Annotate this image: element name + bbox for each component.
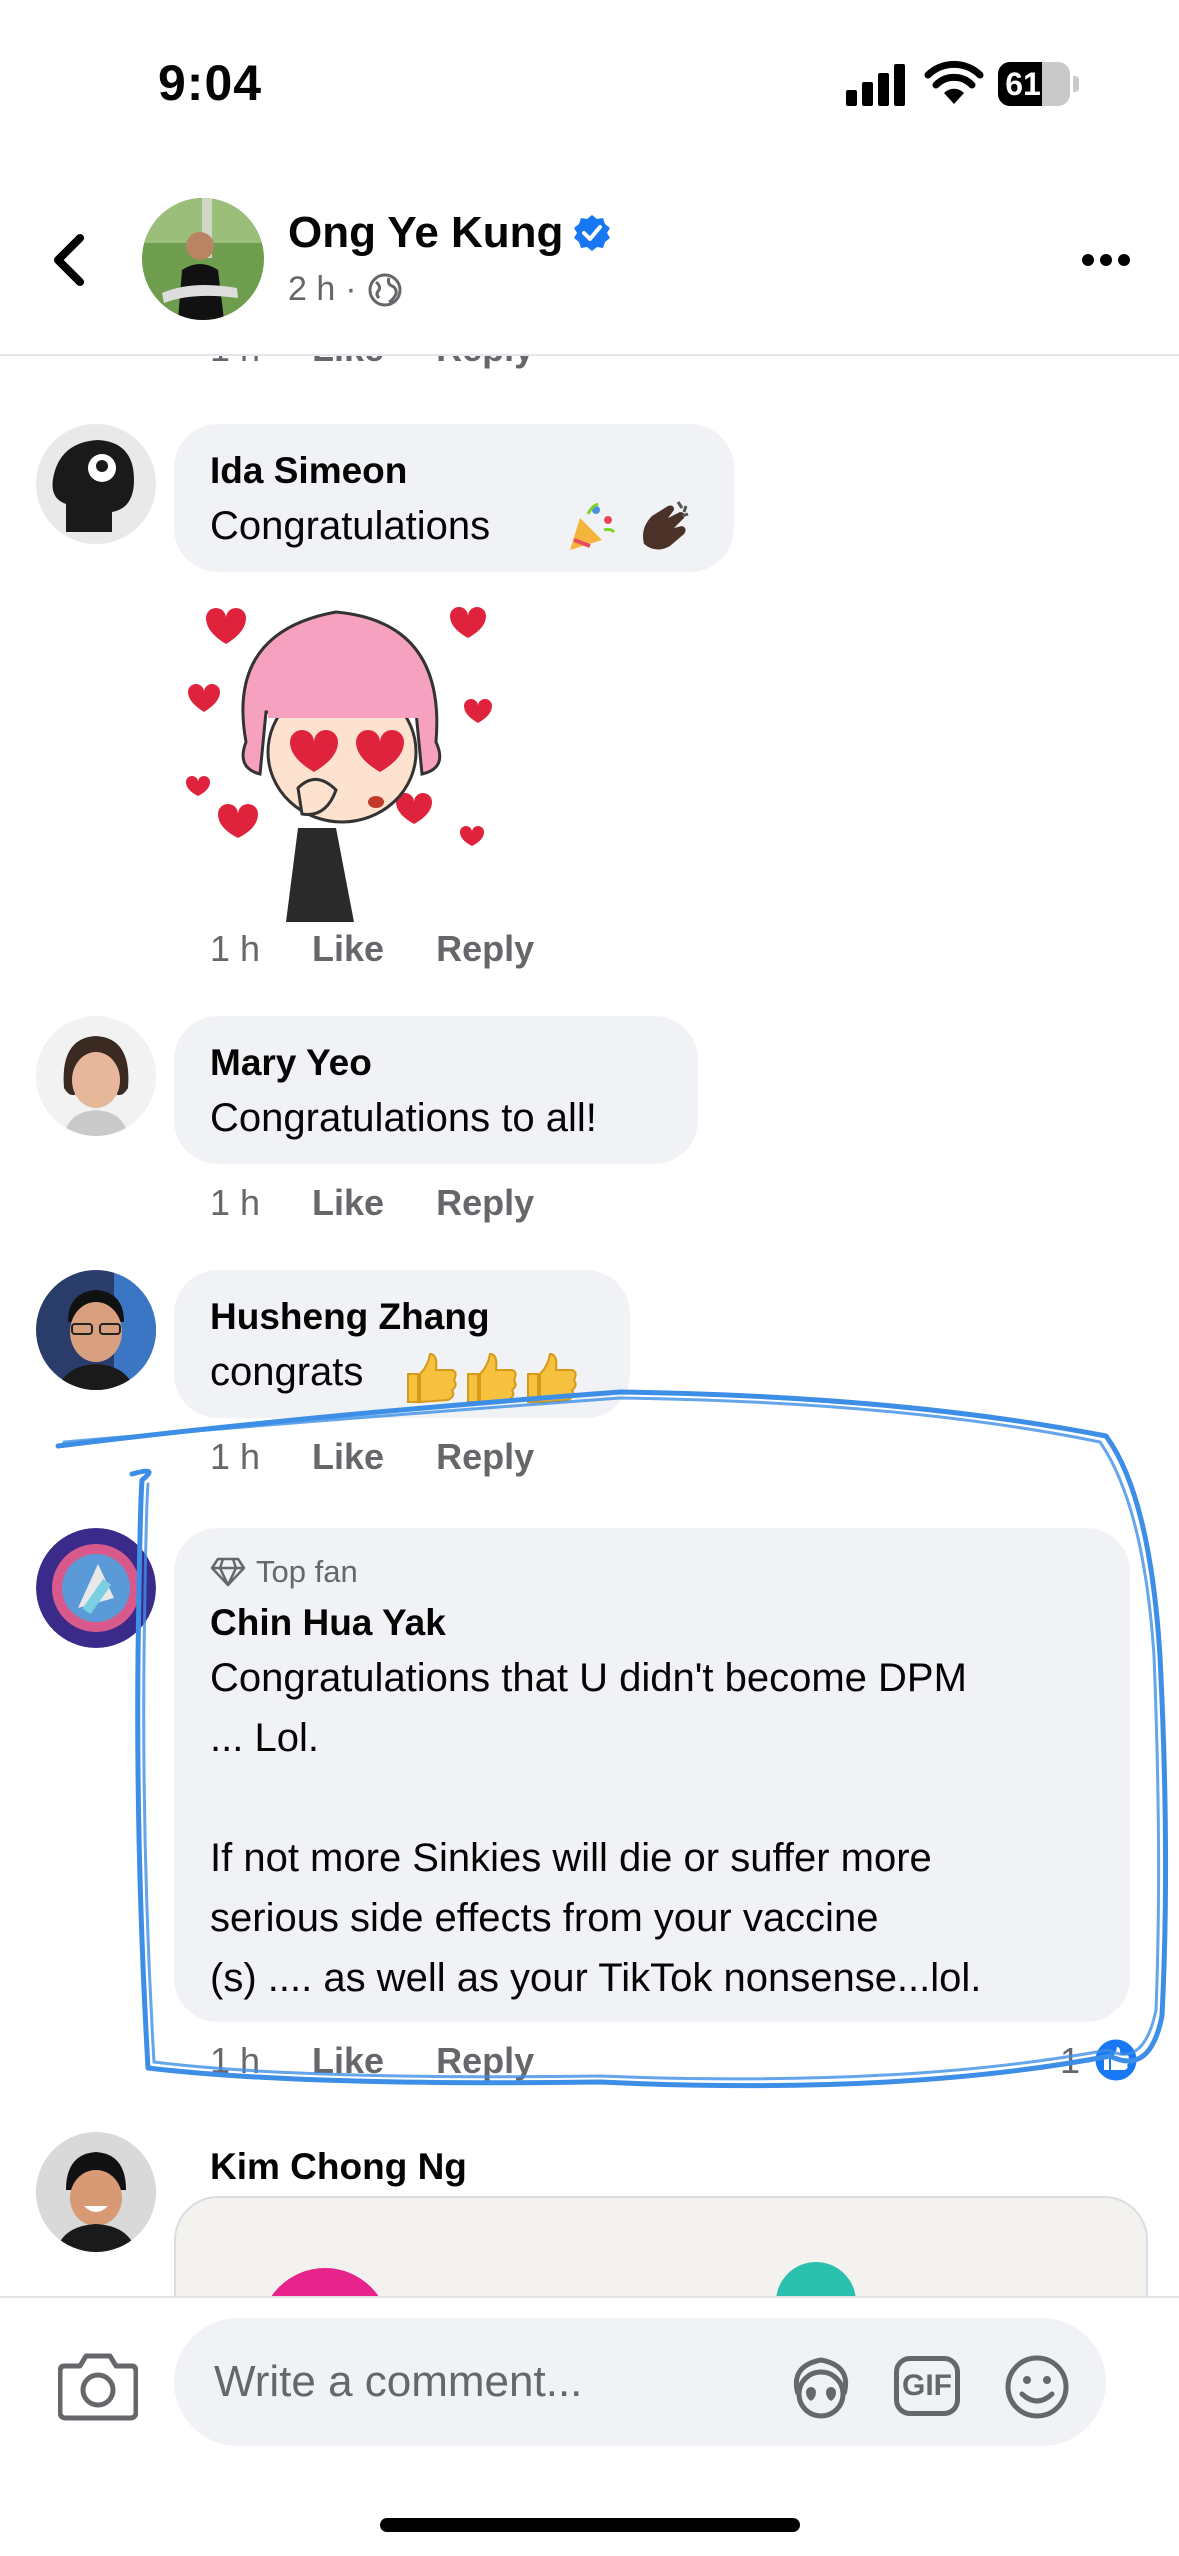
author-name[interactable]: Ong Ye Kung: [288, 208, 563, 258]
status-time: 9:04: [158, 55, 263, 111]
comment-composer: GIF: [0, 2296, 1179, 2478]
battery-icon: 61: [998, 62, 1080, 106]
comment-input[interactable]: [174, 2318, 1106, 2446]
back-arrow-icon[interactable]: [40, 228, 100, 292]
more-options-icon[interactable]: [1080, 252, 1132, 268]
post-timestamp: 2 h: [288, 270, 336, 308]
gif-button[interactable]: GIF: [894, 2356, 960, 2416]
camera-icon[interactable]: [58, 2346, 138, 2422]
comments-feed[interactable]: 1 h Like Reply Ida Simeon Congratulation…: [0, 356, 1179, 2296]
cellular-signal-icon: [846, 62, 906, 106]
post-header: Ong Ye Kung 2 h ·: [0, 180, 1179, 356]
home-indicator: [380, 2518, 800, 2532]
emoji-icon[interactable]: [1002, 2354, 1072, 2420]
hand-drawn-annotation-loop: [55, 1389, 1169, 2089]
battery-level: 61: [1005, 66, 1041, 102]
verified-badge-icon: [574, 215, 610, 251]
author-avatar[interactable]: [142, 198, 264, 320]
avatar-sticker-icon[interactable]: [786, 2354, 856, 2420]
meta-separator: ·: [345, 270, 357, 308]
wifi-icon: [924, 60, 984, 104]
globe-icon: [368, 273, 402, 306]
post-meta: 2 h ·: [288, 270, 403, 309]
